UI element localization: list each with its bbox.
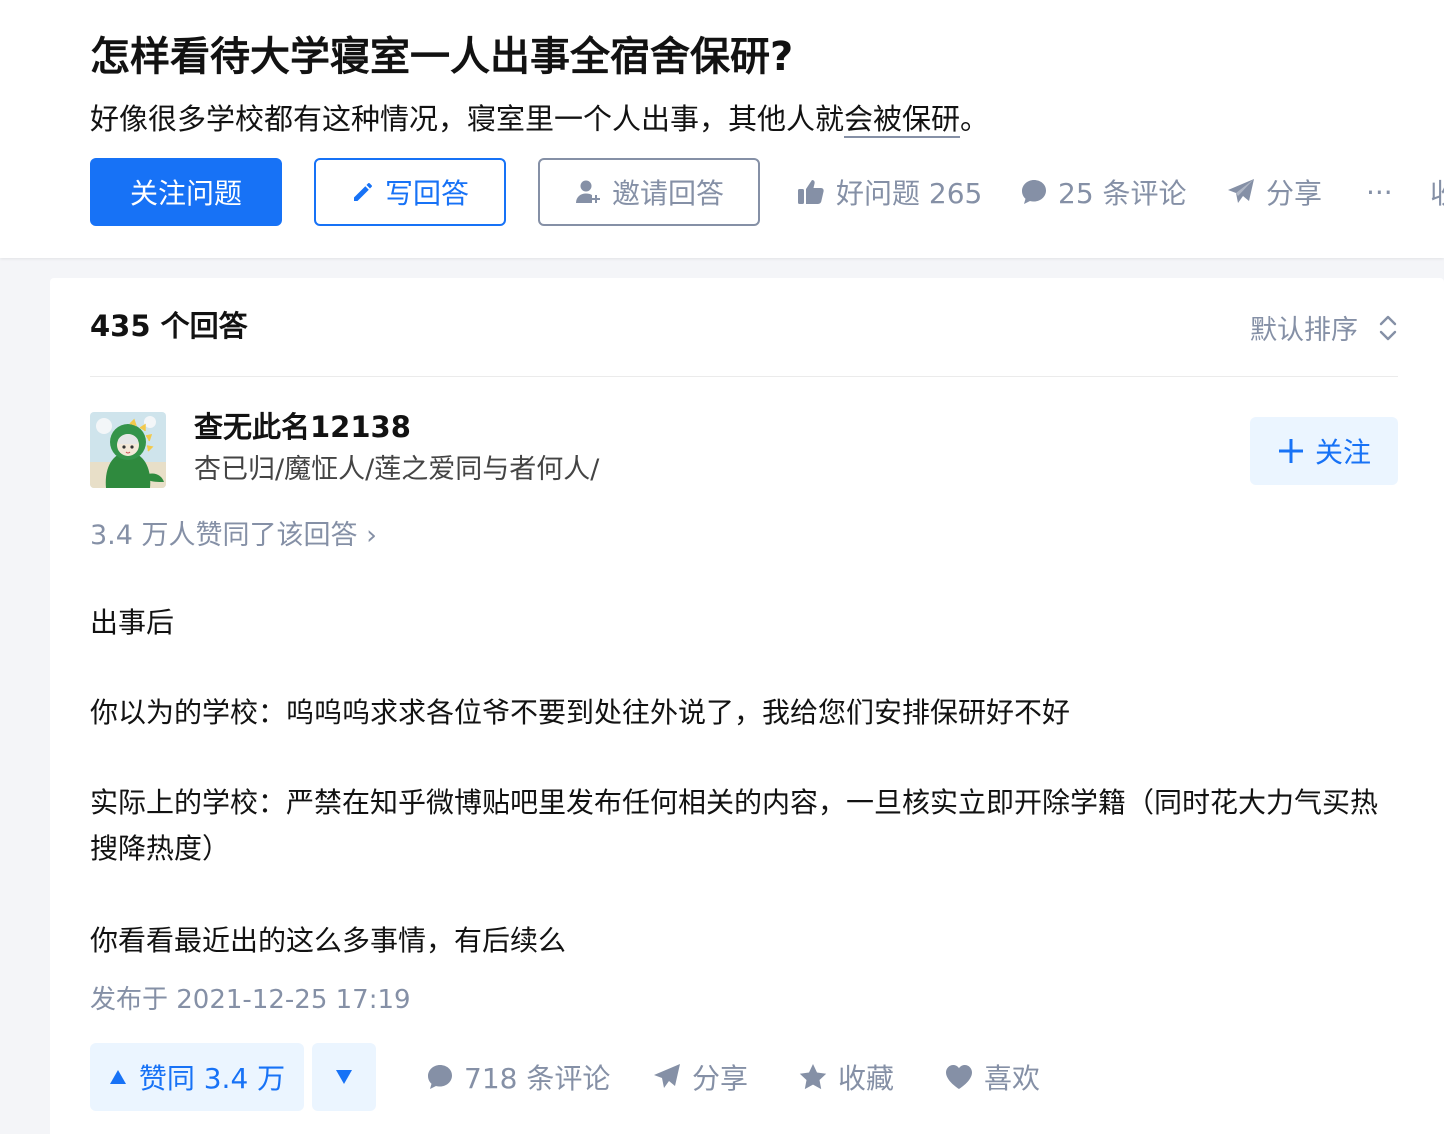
answer-paragraph: 出事后 [90,606,175,639]
good-question-button[interactable]: 好问题 265 [796,158,982,226]
question-comments-button[interactable]: 25 条评论 [1020,158,1187,226]
voters-label: 3.4 万人赞同了该回答 [90,520,358,551]
star-icon [799,1064,827,1090]
answer-paragraph: 你以为的学校：呜呜呜求求各位爷不要到处往外说了，我给您们安排保研好不好 [90,696,1071,729]
invite-answer-button[interactable]: 邀请回答 [538,158,760,226]
heart-icon [946,1065,972,1089]
follow-author-button[interactable]: 关注 [1250,417,1398,485]
invite-answer-label: 邀请回答 [611,177,724,210]
author-bio: 杏已归/魔怔人/莲之爱同与者何人/ [194,454,600,485]
like-button[interactable]: 喜欢 [944,1043,1040,1111]
answer-paragraph: 实际上的学校：严禁在知乎微博贴吧里发布任何相关的内容，一旦核实立即开除学籍（同时… [90,786,1379,865]
pencil-icon [353,183,372,201]
write-answer-button[interactable]: 写回答 [314,158,506,226]
paper-plane-icon [1228,179,1254,203]
follow-author-label: 关注 [1314,436,1371,469]
favorite-label: 收藏 [838,1062,895,1095]
question-detail-text: 好像很多学校都有这种情况，寝室里一个人出事，其他人就 [90,102,845,136]
question-header: 怎样看待大学寝室一人出事全宿舍保研? 好像很多学校都有这种情况，寝室里一个人出事… [0,0,1444,258]
question-share-label: 分享 [1266,177,1323,210]
clipped-action-label: 收 [1430,172,1444,212]
publish-time[interactable]: 发布于 2021-12-25 17:19 [90,980,411,1020]
answer-share-label: 分享 [692,1062,749,1095]
clipped-action[interactable]: 收 [1430,158,1444,226]
triangle-up-icon [109,1070,126,1084]
divider [90,376,1398,377]
author-name[interactable]: 查无此名12138 [194,406,411,448]
add-user-icon [575,180,600,203]
good-question-label: 好问题 265 [836,177,983,210]
downvote-button[interactable] [312,1043,376,1111]
sort-label: 默认排序 [1250,315,1358,346]
answer-paragraph: 你看看最近出的这么多事情，有后续么 [90,924,567,957]
avatar-dinosaur-illustration [90,412,166,488]
upvote-button[interactable]: 赞同 3.4 万 [90,1043,304,1111]
answer-card: 435 个回答 默认排序 查无此名12138 杏已归/魔怔人/莲之爱同与者何人/… [50,278,1444,1134]
comment-icon [1022,180,1046,204]
avatar[interactable] [90,412,166,488]
question-share-button[interactable]: 分享 [1226,158,1322,226]
question-detail-end: 。 [960,102,990,136]
question-detail-link[interactable]: 会被保研 [844,102,961,138]
sort-chevrons-icon [1379,315,1397,340]
comment-icon [428,1065,452,1089]
plus-icon [1278,439,1303,463]
more-options-label: ··· [1366,175,1393,209]
answer-comments-button[interactable]: 718 条评论 [426,1043,610,1111]
like-label: 喜欢 [984,1062,1041,1095]
follow-question-button[interactable]: 关注问题 [90,158,282,226]
write-answer-label: 写回答 [384,177,469,210]
answer-comments-label: 718 条评论 [464,1062,611,1095]
paper-plane-icon [654,1064,680,1088]
thumb-up-icon [798,180,824,204]
sort-selector[interactable]: 默认排序 [1250,308,1398,347]
answer-share-button[interactable]: 分享 [652,1043,748,1111]
follow-question-label: 关注问题 [129,177,242,210]
question-detail: 好像很多学校都有这种情况，寝室里一个人出事，其他人就会被保研。 [90,98,989,140]
upvote-label: 赞同 3.4 万 [138,1062,286,1095]
question-comments-label: 25 条评论 [1058,177,1187,210]
question-title: 怎样看待大学寝室一人出事全宿舍保研? [90,34,794,80]
favorite-button[interactable]: 收藏 [798,1043,894,1111]
chevron-right-icon: › [366,520,377,551]
answer-count: 435 个回答 [90,309,248,343]
more-options-button[interactable]: ··· [1366,158,1393,226]
triangle-down-icon [336,1070,352,1084]
voters-link[interactable]: 3.4 万人赞同了该回答 › [90,516,377,556]
